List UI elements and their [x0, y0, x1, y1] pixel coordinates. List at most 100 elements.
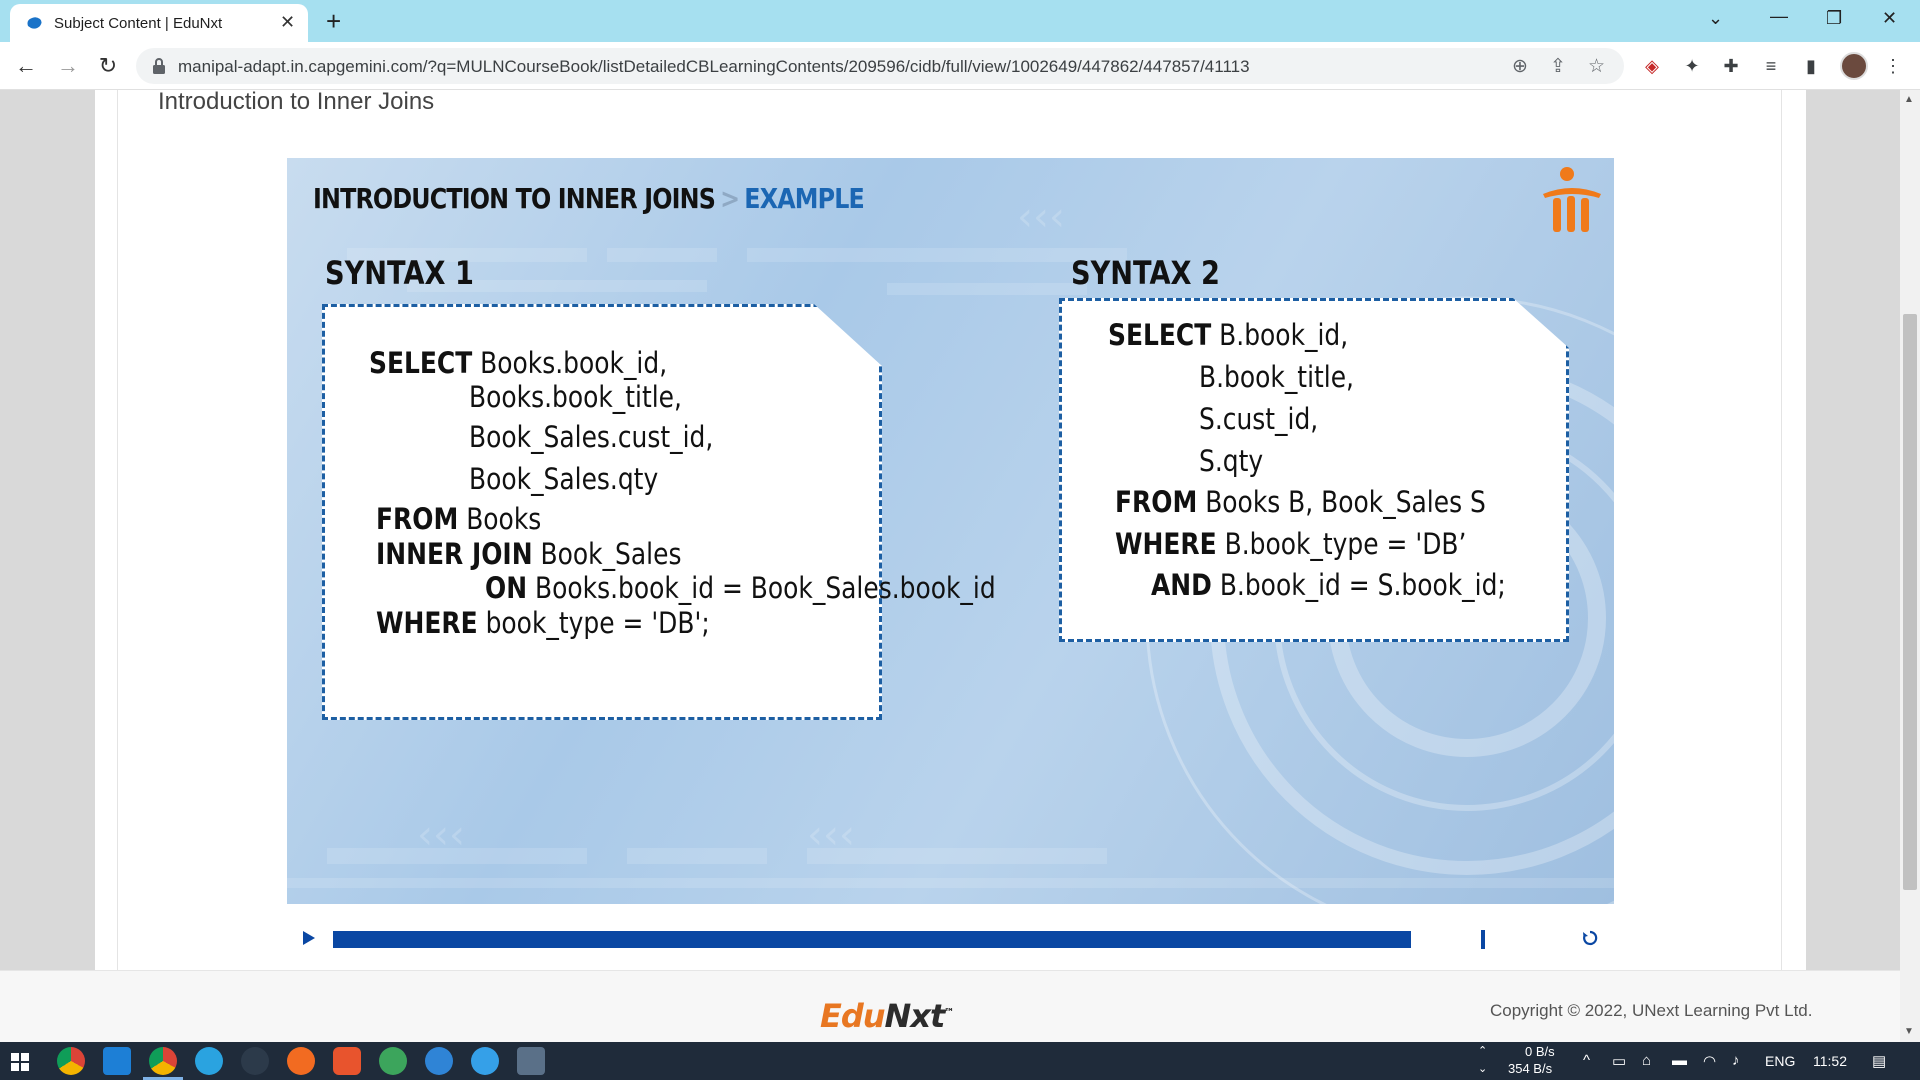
- sql-text: B.book_title,: [1199, 360, 1354, 394]
- syntax2-line: AND B.book_id = S.book_id;: [1151, 568, 1506, 602]
- edge-taskbar-icon[interactable]: [471, 1047, 499, 1075]
- copyright-text: Copyright © 2022, UNext Learning Pvt Ltd…: [1490, 1001, 1813, 1020]
- postman-taskbar-icon[interactable]: [287, 1047, 315, 1075]
- sql-keyword: AND: [1151, 568, 1212, 602]
- tab-title: Subject Content | EduNxt: [54, 15, 223, 32]
- sql-text: Book_Sales.qty: [469, 462, 659, 496]
- scroll-down-icon[interactable]: ▼: [1904, 1026, 1914, 1037]
- sql-keyword: SELECT: [1108, 318, 1212, 352]
- sql-keyword: SELECT: [369, 346, 473, 380]
- meet-now-icon[interactable]: ⌂: [1642, 1052, 1651, 1069]
- playback-progress-fill: [333, 931, 1411, 948]
- new-tab-button[interactable]: +: [326, 6, 341, 37]
- logo-nxt-text: Nxt: [884, 997, 946, 1035]
- chrome-taskbar-icon[interactable]: [57, 1047, 85, 1075]
- logo-tm: ™: [944, 1007, 954, 1019]
- syntax1-line: ON Books.book_id = Book_Sales.book_id: [485, 571, 996, 605]
- vscode-taskbar-icon[interactable]: [103, 1047, 131, 1075]
- profile-avatar[interactable]: [1840, 52, 1868, 80]
- manipal-logo-icon: [1543, 167, 1601, 232]
- syntax1-line: FROM Books: [376, 502, 541, 536]
- svg-text:‹‹‹: ‹‹‹: [1017, 194, 1065, 240]
- extension-icon[interactable]: ✦: [1681, 55, 1703, 77]
- edunxt-favicon-icon: [27, 17, 42, 29]
- sql-text: Books.book_title,: [469, 380, 682, 414]
- clock-time[interactable]: 11:52: [1813, 1053, 1847, 1069]
- battery-icon[interactable]: ▬: [1672, 1052, 1687, 1069]
- syntax1-line: Book_Sales.qty: [469, 462, 658, 496]
- syntax2-line: S.qty: [1199, 444, 1263, 478]
- sql-keyword: ON: [485, 571, 528, 605]
- powerpoint-taskbar-icon[interactable]: [333, 1047, 361, 1075]
- close-window-button[interactable]: ✕: [1882, 8, 1897, 29]
- forward-button[interactable]: →: [54, 52, 82, 80]
- tab-search-chevron-icon[interactable]: ⌄: [1708, 8, 1723, 29]
- tab-close-icon[interactable]: ✕: [280, 12, 295, 33]
- slide-title-separator: >: [720, 182, 740, 215]
- syntax2-heading: SYNTAX 2: [1071, 254, 1220, 292]
- sql-text: S.cust_id,: [1199, 402, 1319, 436]
- side-panel-icon[interactable]: ▮: [1800, 55, 1822, 77]
- restore-window-button[interactable]: ❐: [1826, 8, 1842, 29]
- syntax1-line: INNER JOIN Book_Sales: [376, 537, 681, 571]
- show-hidden-icons-chevron-icon[interactable]: ^: [1583, 1052, 1590, 1069]
- reload-button[interactable]: ↻: [94, 52, 122, 80]
- sql-text: B.book_type = 'DB’: [1216, 527, 1467, 561]
- network-speed-down: 0 B/s: [1525, 1044, 1555, 1059]
- minimize-window-button[interactable]: —: [1770, 6, 1788, 27]
- sql-keyword: WHERE: [376, 606, 478, 640]
- wifi-icon[interactable]: ◠: [1703, 1052, 1716, 1070]
- back-button[interactable]: ←: [12, 52, 40, 80]
- replay-icon[interactable]: [1580, 928, 1600, 948]
- tablet-icon[interactable]: ▭: [1612, 1052, 1626, 1070]
- media-queue-icon[interactable]: ≡: [1760, 55, 1782, 77]
- volume-indicator[interactable]: [1481, 930, 1485, 949]
- play-icon[interactable]: [300, 928, 318, 948]
- shield-extension-icon[interactable]: ◈: [1641, 55, 1663, 77]
- sql-text: B.book_id,: [1211, 318, 1349, 352]
- page-footer: EduNxt™ Copyright © 2022, UNext Learning…: [0, 970, 1900, 1042]
- slide-title: INTRODUCTION TO INNER JOINS > EXAMPLE: [313, 182, 865, 215]
- sql-text: B.book_id = S.book_id;: [1211, 568, 1506, 602]
- syntax2-line: S.cust_id,: [1199, 402, 1318, 436]
- address-bar[interactable]: manipal-adapt.in.capgemini.com/?q=MULNCo…: [136, 48, 1624, 84]
- playback-progress-bar[interactable]: [333, 931, 1411, 948]
- windows-start-icon[interactable]: [11, 1053, 29, 1071]
- syntax2-line: SELECT B.book_id,: [1108, 318, 1348, 352]
- sql-keyword: FROM: [1115, 485, 1198, 519]
- sql-text: Books.book_id,: [472, 346, 668, 380]
- puzzle-extensions-icon[interactable]: ✚: [1720, 55, 1742, 77]
- url-text: manipal-adapt.in.capgemini.com/?q=MULNCo…: [178, 57, 1250, 76]
- chrome-active-taskbar-icon[interactable]: [143, 1047, 183, 1080]
- sql-text: book_type = 'DB';: [477, 606, 710, 640]
- slide-title-main: INTRODUCTION TO INNER JOINS: [313, 182, 716, 215]
- windows-taskbar: ⌃ ⌄ 0 B/s 354 B/s ^ ▭ ⌂ ▬ ◠ ♪ ENG 11:52 …: [0, 1042, 1920, 1080]
- sql-text: S.qty: [1199, 444, 1264, 478]
- menu-kebab-icon[interactable]: ⋮: [1882, 55, 1904, 77]
- scroll-up-icon[interactable]: ▲: [1904, 94, 1914, 105]
- notification-center-icon[interactable]: ▤: [1872, 1052, 1886, 1070]
- lock-icon: [153, 58, 165, 74]
- zoom-icon[interactable]: ⊕: [1512, 55, 1528, 78]
- telegram-taskbar-icon[interactable]: [195, 1047, 223, 1075]
- pen-tool-taskbar-icon[interactable]: [241, 1047, 269, 1075]
- page-gutter-left: [0, 90, 95, 970]
- browser-tab[interactable]: Subject Content | EduNxt ✕: [10, 4, 308, 42]
- utorrent-taskbar-icon[interactable]: [379, 1047, 407, 1075]
- language-indicator[interactable]: ENG: [1765, 1053, 1795, 1069]
- network-speed-up: 354 B/s: [1508, 1061, 1553, 1076]
- edunxt-logo: EduNxt™: [820, 997, 954, 1035]
- bookmark-star-icon[interactable]: ☆: [1588, 55, 1605, 78]
- sql-keyword: INNER JOIN: [376, 537, 533, 571]
- syntax2-line: B.book_title,: [1199, 360, 1354, 394]
- browser-alt-taskbar-icon[interactable]: [425, 1047, 453, 1075]
- lesson-slide: ‹‹‹ ‹‹‹ ‹‹‹ INTRODUCTION TO INNER JOINS >…: [287, 158, 1614, 904]
- network-up-chevron-icon: ⌃: [1478, 1045, 1488, 1057]
- share-icon[interactable]: ⇪: [1550, 55, 1566, 78]
- sql-keyword: WHERE: [1115, 527, 1217, 561]
- scrollbar-thumb[interactable]: [1903, 314, 1917, 890]
- sql-text: Book_Sales.cust_id,: [469, 420, 714, 454]
- system-monitor-taskbar-icon[interactable]: [517, 1047, 545, 1075]
- volume-icon[interactable]: ♪: [1732, 1052, 1740, 1069]
- syntax2-line: WHERE B.book_type = 'DB’: [1115, 527, 1466, 561]
